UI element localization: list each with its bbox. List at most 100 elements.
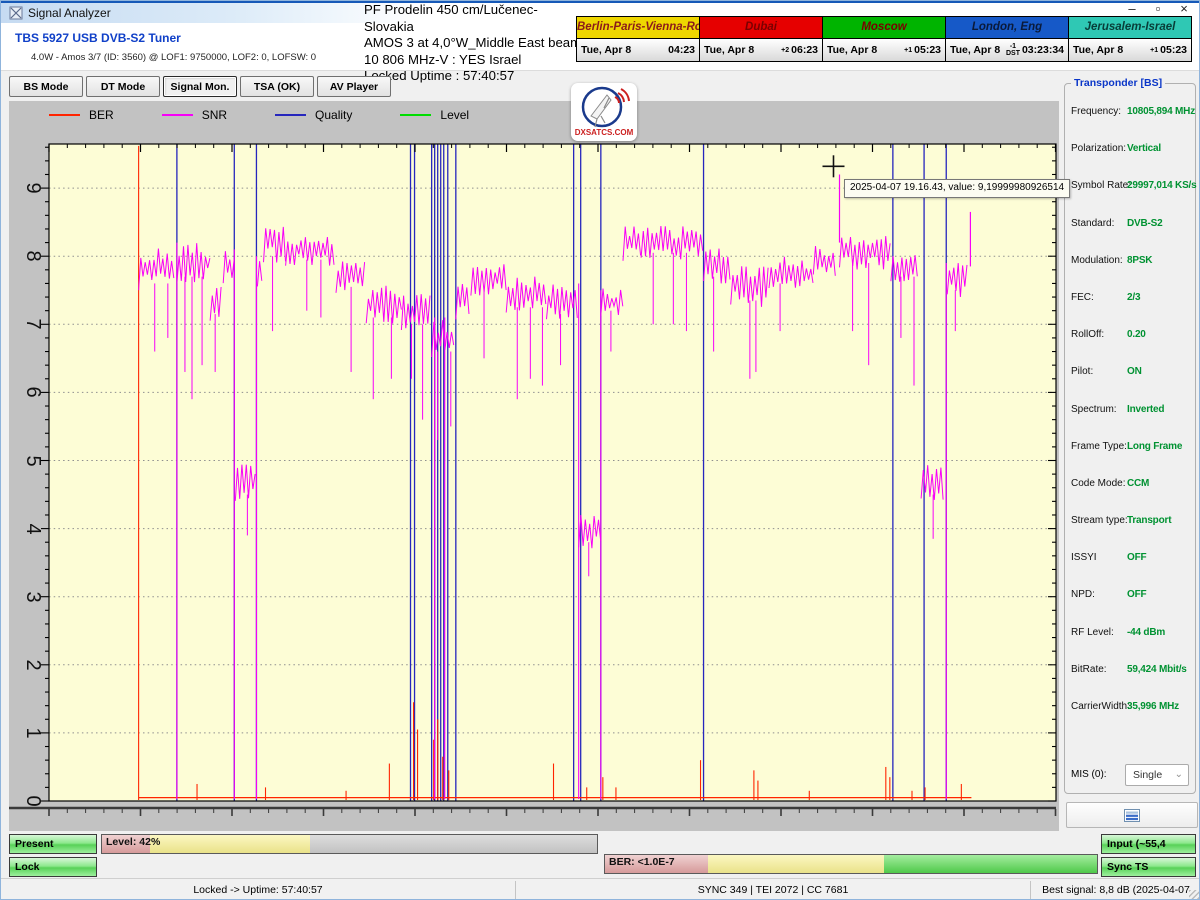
transponder-panel-title: Transponder [BS] bbox=[1071, 77, 1165, 89]
clock-date: Tue, Apr 8 bbox=[827, 44, 904, 56]
tab-tsa-ok-[interactable]: TSA (OK) bbox=[240, 76, 314, 97]
transponder-value: Vertical bbox=[1127, 143, 1161, 154]
statusbar: Locked -> Uptime: 57:40:57 SYNC 349 | TE… bbox=[1, 878, 1200, 900]
bar-level-label: Level: 42% bbox=[106, 836, 160, 848]
clock-city: Berlin-Paris-Vienna-Roma bbox=[577, 17, 699, 39]
tab-av-player[interactable]: AV Player bbox=[317, 76, 391, 97]
y-tick-label: 2 bbox=[20, 652, 44, 678]
station-info-line: AMOS 3 at 4,0°W_Middle East beam bbox=[364, 35, 584, 52]
clock-city: London, Eng bbox=[946, 17, 1068, 39]
transponder-row: Symbol Rate:29997,014 KS/s bbox=[1065, 170, 1195, 207]
clock-city: Dubai bbox=[700, 17, 822, 39]
bar-zone bbox=[310, 835, 597, 853]
transponder-label: NPD: bbox=[1071, 589, 1095, 600]
y-tick-label: 4 bbox=[20, 516, 44, 542]
log-export-button[interactable] bbox=[1066, 802, 1198, 828]
clock-time: 06:23 bbox=[791, 44, 818, 56]
y-tick-label: 3 bbox=[20, 584, 44, 610]
transponder-value: Inverted bbox=[1127, 404, 1164, 415]
y-tick-label: 0 bbox=[20, 788, 44, 814]
legend-line-level bbox=[400, 114, 431, 116]
tab-dt-mode[interactable]: DT Mode bbox=[86, 76, 160, 97]
clock-utc-offset: +1 bbox=[904, 47, 912, 54]
transponder-label: BitRate: bbox=[1071, 664, 1107, 675]
bar-zone bbox=[884, 855, 1097, 873]
clock-time: 05:23 bbox=[914, 44, 941, 56]
clock-jerusalem-israel: Jerusalem-IsraelTue, Apr 8+105:23 bbox=[1068, 16, 1192, 62]
transponder-label: CarrierWidth: bbox=[1071, 701, 1130, 712]
transponder-label: ISSYI bbox=[1071, 552, 1097, 563]
transponder-row: Modulation:8PSK bbox=[1065, 245, 1195, 282]
bar-zone bbox=[150, 835, 310, 853]
clock-london-eng: London, EngTue, Apr 8-1DST03:23:34 bbox=[945, 16, 1069, 62]
bar-ber-label: BER: <1.0E-7 bbox=[609, 856, 675, 868]
transponder-row: Stream type:Transport bbox=[1065, 505, 1195, 542]
tab-signal-mon-[interactable]: Signal Mon. bbox=[163, 76, 237, 97]
window-title: Signal Analyzer bbox=[28, 6, 111, 20]
bar-zone bbox=[708, 855, 884, 873]
bar-ber: BER: <1.0E-7 bbox=[604, 854, 1098, 874]
transponder-value: OFF bbox=[1127, 589, 1146, 600]
tuner-name: TBS 5927 USB DVB-S2 Tuner bbox=[15, 31, 181, 45]
station-info-line: PF Prodelin 450 cm/Lučenec-Slovakia bbox=[364, 2, 584, 35]
transponder-value: 35,996 MHz bbox=[1127, 701, 1179, 712]
clock-city: Jerusalem-Israel bbox=[1069, 17, 1191, 39]
signal-chart[interactable] bbox=[9, 101, 1059, 831]
log-icon bbox=[1124, 809, 1140, 822]
mis-row: MIS (0): Single ⌄ bbox=[1065, 764, 1195, 788]
transponder-value: 8PSK bbox=[1127, 255, 1152, 266]
clock-utc-offset: +1 bbox=[1150, 47, 1158, 54]
clock-date: Tue, Apr 8 bbox=[950, 44, 1006, 56]
clock-date: Tue, Apr 8 bbox=[1073, 44, 1150, 56]
clock-moscow: Moscow Tue, Apr 8+105:23 bbox=[822, 16, 946, 62]
transponder-panel: Transponder [BS] Frequency:10805,894 MHz… bbox=[1064, 83, 1196, 794]
legend-label-quality: Quality bbox=[315, 108, 352, 122]
signal-chart-region: BERSNRQualityLevel 0123456789 bbox=[9, 101, 1059, 831]
station-info-line: 10 806 MHz-V : YES Israel bbox=[364, 52, 584, 69]
legend-label-level: Level bbox=[440, 108, 469, 122]
clock-time-row: Tue, Apr 8+105:23 bbox=[1069, 39, 1191, 61]
transponder-value: 0.20 bbox=[1127, 329, 1146, 340]
transponder-label: Frame Type: bbox=[1071, 441, 1127, 452]
transponder-value: 10805,894 MHz bbox=[1127, 106, 1195, 117]
dxsatcs-logo: DXSATCS.COM bbox=[571, 83, 637, 141]
legend-label-snr: SNR bbox=[202, 108, 227, 122]
transponder-value: ON bbox=[1127, 366, 1142, 377]
bar-level: Level: 42% bbox=[101, 834, 598, 854]
mis-select[interactable]: Single ⌄ bbox=[1125, 764, 1189, 786]
transponder-row: RF Level:-44 dBm bbox=[1065, 617, 1195, 654]
transponder-value: Long Frame bbox=[1127, 441, 1182, 452]
tab-bs-mode[interactable]: BS Mode bbox=[9, 76, 83, 97]
chart-legend: BER SNR Quality Level bbox=[49, 107, 517, 123]
resize-grip[interactable] bbox=[1189, 890, 1199, 900]
legend-label-ber: BER bbox=[89, 108, 114, 122]
chevron-down-icon: ⌄ bbox=[1175, 765, 1183, 785]
badge-present: Present bbox=[9, 834, 97, 854]
app-icon bbox=[9, 6, 23, 20]
y-tick-label: 6 bbox=[20, 379, 44, 405]
transponder-row: Pilot: ON bbox=[1065, 356, 1195, 393]
transponder-row: Spectrum:Inverted bbox=[1065, 394, 1195, 431]
clock-date: Tue, Apr 8 bbox=[581, 44, 668, 56]
logo-text: DXSATCS.COM bbox=[575, 128, 634, 137]
badge-lock: Lock bbox=[9, 857, 97, 877]
signal-analyzer-window: Signal Analyzer –▫× TBS 5927 USB DVB-S2 … bbox=[0, 0, 1200, 900]
badge-sync-ts: Sync TS bbox=[1101, 857, 1196, 877]
transponder-label: Code Mode: bbox=[1071, 478, 1125, 489]
transponder-row: CarrierWidth:35,996 MHz bbox=[1065, 691, 1195, 728]
transponder-label: FEC: bbox=[1071, 292, 1094, 303]
y-tick-label: 7 bbox=[20, 311, 44, 337]
y-tick-label: 5 bbox=[20, 448, 44, 474]
clock-time-row: Tue, Apr 8+206:23 bbox=[700, 39, 822, 61]
clock-time: 04:23 bbox=[668, 44, 695, 56]
clock-city: Moscow bbox=[823, 17, 945, 39]
transponder-label: Frequency: bbox=[1071, 106, 1121, 117]
transponder-row: Frequency: 10805,894 MHz bbox=[1065, 96, 1195, 133]
transponder-value: CCM bbox=[1127, 478, 1149, 489]
mis-label: MIS (0): bbox=[1071, 769, 1107, 780]
transponder-row: Polarization:Vertical bbox=[1065, 133, 1195, 170]
mis-value: Single bbox=[1133, 769, 1162, 781]
transponder-label: Pilot: bbox=[1071, 366, 1093, 377]
clock-date: Tue, Apr 8 bbox=[704, 44, 781, 56]
clock-berlin-paris-vienna-roma: Berlin-Paris-Vienna-Roma Tue, Apr 804:23 bbox=[576, 16, 700, 62]
